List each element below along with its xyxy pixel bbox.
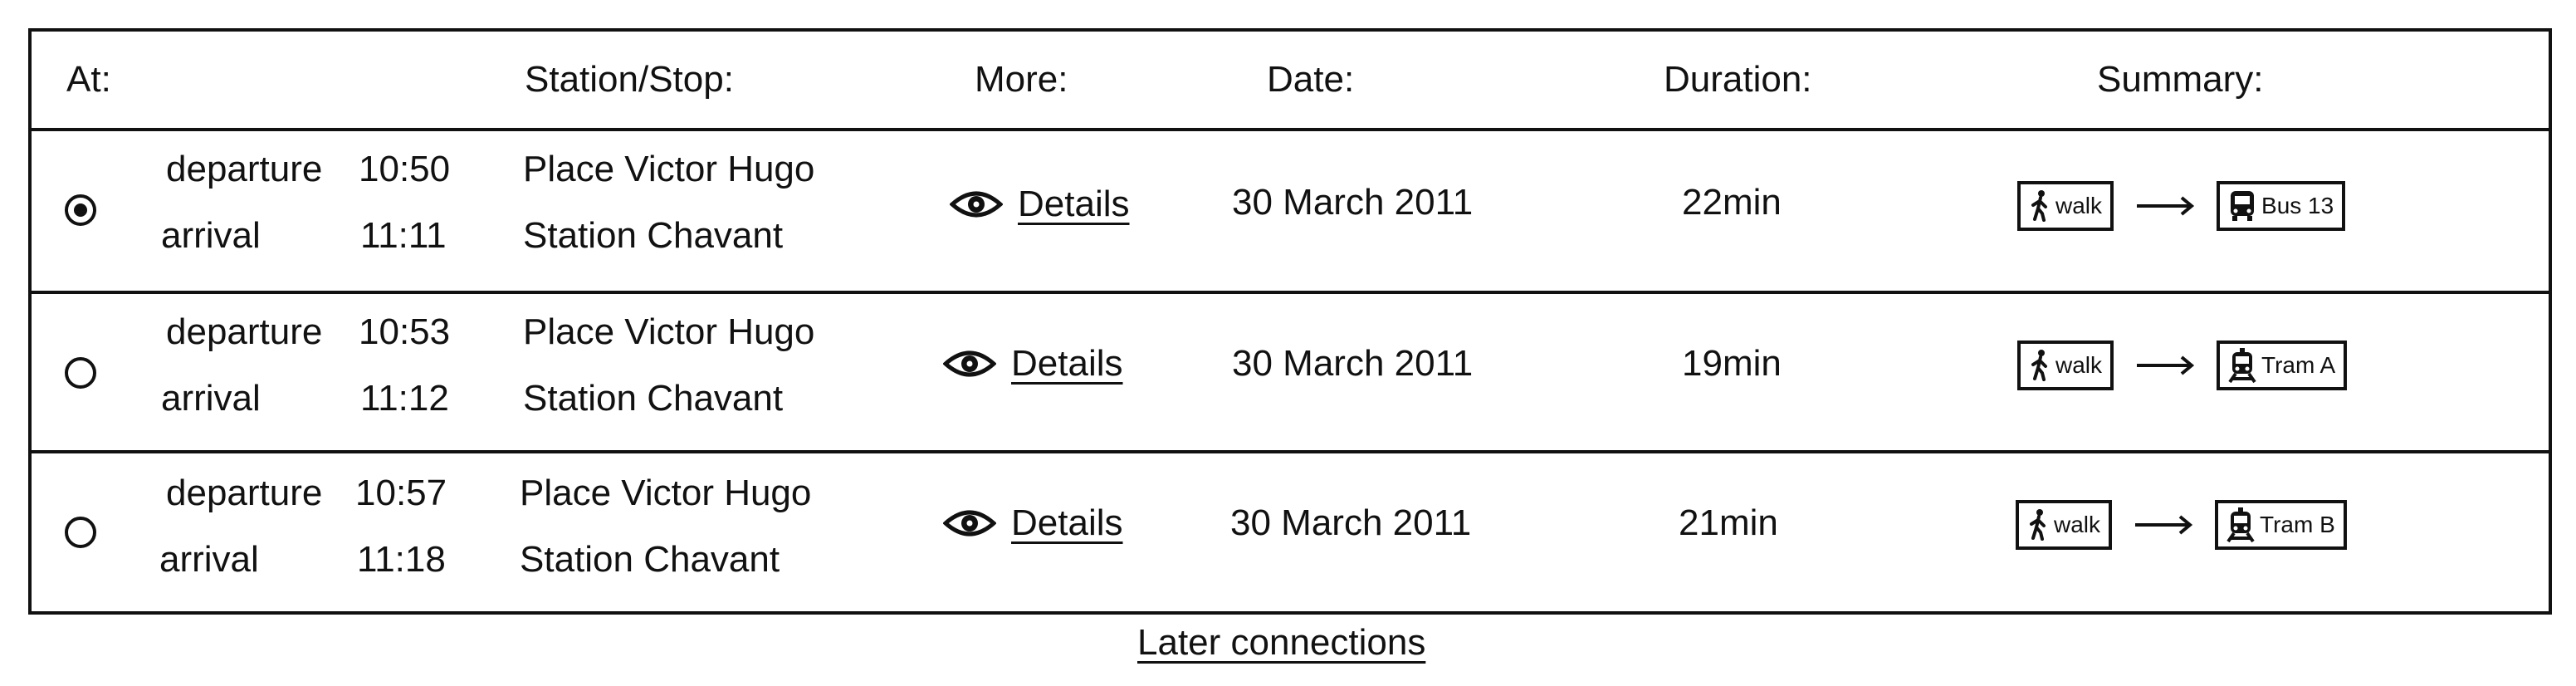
header-date: Date:: [1267, 59, 1355, 100]
from-stop: Place Victor Hugo: [523, 149, 815, 189]
to-stop: Station Chavant: [520, 539, 780, 580]
details-label: Details: [1011, 502, 1123, 543]
walk-label: walk: [2054, 512, 2101, 537]
details-link[interactable]: Details: [950, 186, 1130, 223]
radio-selected-dot: [74, 203, 87, 217]
vehicle-segment: Bus 13: [2217, 181, 2346, 231]
trip-summary: walk Bus 13: [2017, 181, 2346, 231]
table-row: departure 10:50 arrival 11:11 Place Vict…: [32, 131, 2549, 291]
arrow-right-icon: [2137, 196, 2195, 216]
departure-time: 10:50: [359, 149, 451, 189]
eye-icon: [943, 510, 996, 537]
header-at: At:: [66, 59, 111, 100]
arrival-time: 11:11: [360, 215, 447, 256]
arrival-label: arrival: [159, 539, 259, 580]
arrival-time: 11:18: [357, 539, 446, 580]
from-stop: Place Victor Hugo: [523, 311, 815, 352]
trip-date: 30 March 2011: [1232, 343, 1474, 384]
to-stop: Station Chavant: [523, 215, 784, 256]
vehicle-segment: Tram B: [2215, 500, 2347, 550]
select-radio[interactable]: [65, 194, 96, 226]
departure-label: departure: [166, 473, 323, 513]
select-radio[interactable]: [65, 517, 96, 548]
details-label: Details: [1018, 184, 1130, 224]
trip-duration: 21min: [1679, 502, 1778, 543]
bus-icon: [2231, 191, 2255, 221]
header-summary: Summary:: [2097, 59, 2264, 100]
departure-time: 10:53: [359, 311, 451, 352]
trip-summary: walk Tram A: [2017, 341, 2348, 390]
departure-label: departure: [166, 149, 323, 189]
walk-icon: [2030, 509, 2046, 541]
select-radio[interactable]: [65, 357, 96, 389]
arrow-right-icon: [2135, 515, 2193, 535]
trip-summary: walk Tram B: [2016, 500, 2347, 550]
eye-icon: [950, 191, 1003, 218]
details-label: Details: [1011, 343, 1123, 384]
eye-icon: [943, 350, 996, 377]
walk-segment: walk: [2017, 341, 2114, 390]
walk-label: walk: [2055, 352, 2103, 378]
connections-table: At: Station/Stop: More: Date: Duration: …: [28, 28, 2552, 615]
from-stop: Place Victor Hugo: [520, 473, 812, 513]
trip-date: 30 March 2011: [1230, 502, 1472, 543]
walk-label: walk: [2055, 193, 2103, 218]
vehicle-label: Tram A: [2261, 352, 2336, 378]
later-connections-link[interactable]: Later connections: [1137, 625, 1425, 661]
walk-segment: walk: [2016, 500, 2113, 550]
departure-label: departure: [166, 311, 323, 352]
details-link[interactable]: Details: [943, 345, 1123, 382]
header-station: Station/Stop:: [525, 59, 734, 100]
header-duration: Duration:: [1664, 59, 1812, 100]
walk-icon: [2031, 350, 2047, 381]
arrival-label: arrival: [161, 378, 261, 419]
vehicle-label: Tram B: [2260, 512, 2335, 537]
vehicle-label: Bus 13: [2261, 193, 2334, 218]
walk-icon: [2031, 190, 2047, 222]
table-header: At: Station/Stop: More: Date: Duration: …: [32, 32, 2549, 131]
table-row: departure 10:53 arrival 11:12 Place Vict…: [32, 291, 2549, 450]
table-row: departure 10:57 arrival 11:18 Place Vict…: [32, 450, 2549, 610]
arrival-label: arrival: [161, 215, 261, 256]
walk-segment: walk: [2017, 181, 2114, 231]
trip-duration: 19min: [1682, 343, 1782, 384]
arrow-right-icon: [2137, 355, 2195, 375]
trip-date: 30 March 2011: [1232, 182, 1474, 223]
header-more: More:: [975, 59, 1068, 100]
arrival-time: 11:12: [360, 378, 449, 419]
details-link[interactable]: Details: [943, 505, 1123, 541]
to-stop: Station Chavant: [523, 378, 784, 419]
vehicle-segment: Tram A: [2217, 341, 2348, 390]
tram-icon: [2227, 507, 2255, 542]
trip-duration: 22min: [1682, 182, 1782, 223]
departure-time: 10:57: [355, 473, 447, 513]
tram-icon: [2228, 348, 2256, 383]
